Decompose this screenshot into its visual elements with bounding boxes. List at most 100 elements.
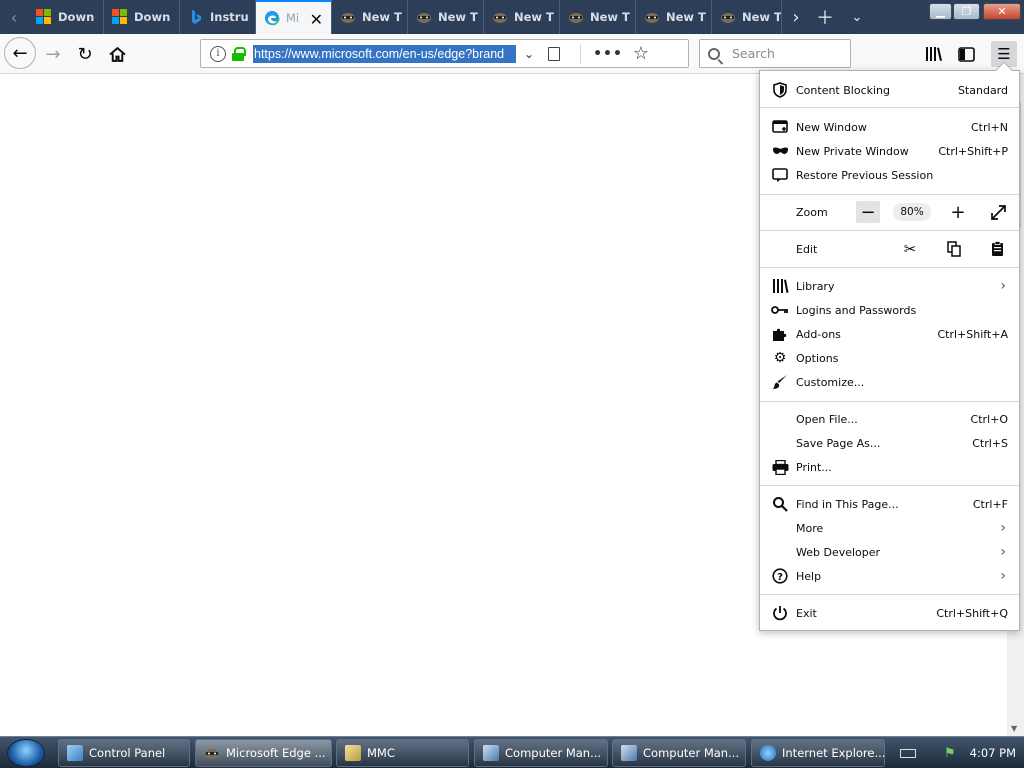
cut-button[interactable]: ✂ [900, 239, 920, 259]
help-icon: ? [771, 567, 789, 585]
zoom-out-button[interactable]: − [856, 201, 880, 223]
menu-item-addons[interactable]: Add-ons Ctrl+Shift+A [760, 322, 1019, 346]
close-window-button[interactable]: ✕ [983, 3, 1021, 20]
menu-separator [760, 485, 1019, 486]
menu-item-open-file[interactable]: Open File... Ctrl+O [760, 407, 1019, 431]
zoom-in-button[interactable]: + [946, 201, 970, 223]
url-bar[interactable]: i https://www.microsoft.com/en-us/edge?b… [200, 39, 689, 68]
zoom-level-value[interactable]: 80% [893, 203, 931, 221]
tab-title: Down [58, 10, 95, 24]
menu-item-label: Restore Previous Session [796, 168, 934, 182]
site-info-icon[interactable]: i [210, 45, 226, 62]
tab[interactable]: Down [28, 0, 104, 34]
paste-button[interactable] [987, 239, 1007, 259]
taskbar-item-control-panel[interactable]: Control Panel [58, 739, 190, 767]
tab[interactable]: New T [484, 0, 560, 34]
library-button[interactable] [921, 41, 947, 67]
menu-item-content-blocking[interactable]: Content Blocking Standard [760, 78, 1019, 102]
menu-item-save-page[interactable]: Save Page As... Ctrl+S [760, 431, 1019, 455]
menu-item-web-developer[interactable]: Web Developer › [760, 540, 1019, 564]
key-icon [771, 301, 789, 319]
keyboard-icon[interactable] [900, 748, 916, 758]
tab[interactable]: New T [560, 0, 636, 34]
menu-item-new-private-window[interactable]: New Private Window Ctrl+Shift+P [760, 139, 1019, 163]
menu-item-find[interactable]: Find in This Page... Ctrl+F [760, 492, 1019, 516]
menu-separator [760, 594, 1019, 595]
tab-scroll-left-button[interactable]: ‹ [0, 0, 28, 34]
tab[interactable]: Instru [180, 0, 256, 34]
menu-item-new-window[interactable]: New Window Ctrl+N [760, 115, 1019, 139]
scroll-down-arrow-icon[interactable]: ▼ [1011, 724, 1017, 733]
action-center-flag-icon[interactable]: ⚑ [944, 746, 956, 761]
menu-item-label: Find in This Page... [796, 497, 899, 511]
new-window-icon [771, 118, 789, 136]
page-actions-icon[interactable]: ••• [593, 46, 623, 62]
taskbar-item-mmc[interactable]: MMC [336, 739, 469, 767]
start-button[interactable] [7, 739, 45, 767]
microsoft-logo-icon [112, 9, 128, 25]
menu-item-library[interactable]: Library › [760, 274, 1019, 298]
app-menu-panel: Content Blocking Standard New Window Ctr… [759, 61, 1020, 631]
fullscreen-icon [990, 204, 1006, 220]
copy-button[interactable] [944, 239, 964, 259]
minimize-button[interactable]: ▁ [929, 3, 952, 20]
taskbar-item-computer-management[interactable]: Computer Man... [474, 739, 608, 767]
menu-item-more[interactable]: More › [760, 516, 1019, 540]
tab[interactable]: New T [636, 0, 712, 34]
forward-button[interactable]: → [38, 39, 68, 69]
raccoon-icon [721, 13, 735, 23]
taskbar-item-microsoft-edge[interactable]: Microsoft Edge ... [195, 739, 332, 767]
scissors-icon: ✂ [903, 240, 917, 258]
private-mask-icon [771, 142, 789, 160]
menu-item-options[interactable]: ⚙ Options [760, 346, 1019, 370]
menu-item-print[interactable]: Print... [760, 455, 1019, 479]
taskbar-item-internet-explorer[interactable]: Internet Explore... [751, 739, 885, 767]
sidebar-button[interactable] [953, 41, 979, 67]
new-tab-button[interactable]: ＋ [810, 0, 840, 34]
menu-separator [760, 401, 1019, 402]
close-tab-icon[interactable]: ✕ [310, 10, 323, 29]
library-icon [926, 47, 942, 61]
control-panel-icon [67, 745, 83, 761]
bookmark-star-icon[interactable]: ☆ [633, 43, 649, 64]
secure-lock-icon[interactable] [232, 46, 246, 61]
menu-item-label: Logins and Passwords [796, 303, 917, 317]
taskbar-item-computer-management[interactable]: Computer Man... [612, 739, 746, 767]
mmc-icon [345, 745, 361, 761]
tab-title: New T [590, 10, 630, 24]
menu-item-logins[interactable]: Logins and Passwords [760, 298, 1019, 322]
menu-item-help[interactable]: ? Help › [760, 564, 1019, 588]
tab-scroll-right-button[interactable]: › [781, 0, 811, 34]
arrow-right-icon: → [45, 43, 61, 65]
url-input[interactable]: https://www.microsoft.com/en-us/edge?bra… [253, 44, 516, 63]
menu-item-shortcut: Ctrl+N [970, 120, 1008, 134]
menu-item-exit[interactable]: Exit Ctrl+Shift+Q [760, 601, 1019, 625]
tab[interactable]: Down [104, 0, 180, 34]
search-icon [708, 47, 720, 60]
menu-item-customize[interactable]: Customize... [760, 370, 1019, 394]
home-button[interactable] [102, 39, 132, 69]
search-icon [771, 495, 789, 513]
menu-item-restore-session[interactable]: Restore Previous Session [760, 163, 1019, 187]
back-button[interactable]: ← [4, 37, 36, 69]
clock[interactable]: 4:07 PM [970, 746, 1016, 760]
reload-button[interactable]: ↻ [70, 39, 100, 69]
tab[interactable]: New T [408, 0, 484, 34]
tab[interactable]: New T [712, 0, 782, 34]
navigation-toolbar: ← → ↻ i https://www.microsoft.com/en-us/… [0, 34, 1024, 74]
raccoon-icon [205, 749, 219, 759]
tab[interactable]: New T [332, 0, 408, 34]
windows-taskbar: Control Panel Microsoft Edge ... MMC Com… [0, 736, 1024, 768]
list-all-tabs-button[interactable]: ⌄ [842, 0, 872, 34]
menu-item-shortcut: Ctrl+O [970, 412, 1008, 426]
url-bar-separator [580, 43, 582, 64]
fullscreen-button[interactable] [988, 202, 1008, 222]
search-input[interactable]: Search [699, 39, 851, 68]
menu-item-label: New Private Window [796, 144, 909, 158]
tab-title: New T [666, 10, 706, 24]
url-history-dropdown-icon[interactable]: ⌄ [524, 47, 534, 61]
reader-view-icon[interactable] [548, 46, 561, 61]
tab-selected[interactable]: Mi ✕ [256, 0, 332, 34]
taskbar-item-label: Microsoft Edge ... [226, 746, 326, 760]
maximize-button[interactable]: ❐ [953, 3, 980, 20]
